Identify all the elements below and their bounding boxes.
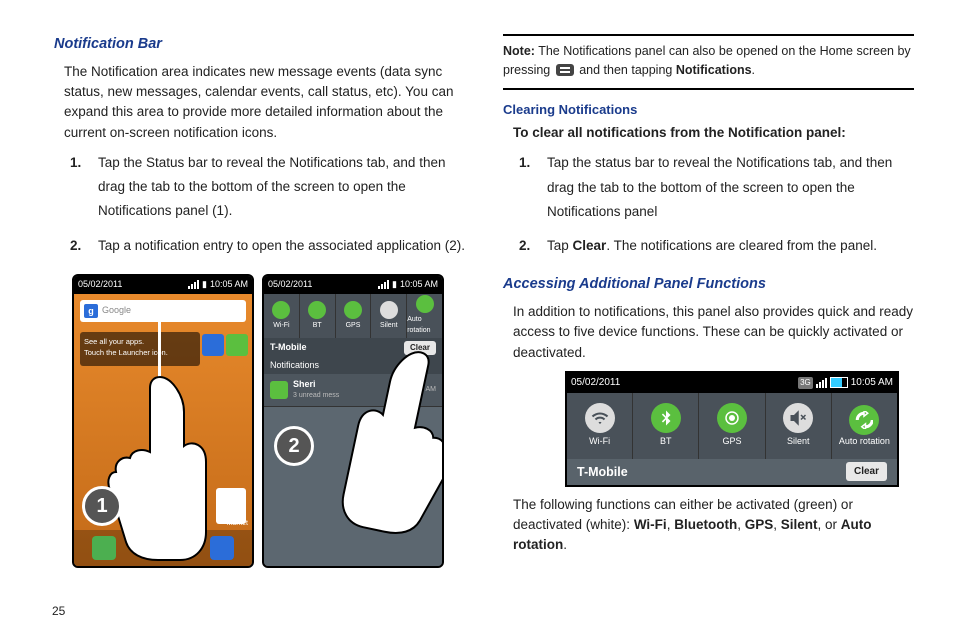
status-icons: ▮ 10:05 AM	[378, 278, 438, 292]
toggle-gps: GPS	[336, 294, 372, 338]
phone-home: 05/02/2011 ▮ 10:05 AM g Google See all y…	[72, 274, 254, 568]
note-box: Note: The Notifications panel can also b…	[503, 34, 914, 90]
market-label: Market	[227, 519, 248, 530]
heading-panel-functions: Accessing Additional Panel Functions	[503, 274, 914, 296]
step-number: 1.	[519, 151, 530, 175]
drag-arrow	[158, 312, 161, 442]
step-number: 2.	[519, 234, 530, 258]
app-icon	[202, 334, 224, 356]
status-date: 05/02/2011	[78, 278, 122, 292]
step-pre: Tap	[547, 238, 573, 253]
step-text: Tap a notification entry to open the ass…	[98, 238, 465, 253]
left-column: Notification Bar The Notification area i…	[54, 34, 477, 624]
carrier-name: T-Mobile	[577, 463, 628, 482]
clear-button: Clear	[846, 462, 887, 481]
signal-icon	[188, 280, 199, 289]
notification-item: Sheri 3 unread mess 9:27 AM	[264, 374, 442, 407]
status-date: 05/02/2011	[571, 375, 620, 390]
toggle-wifi: Wi-Fi	[264, 294, 300, 338]
clear-button: Clear	[404, 341, 436, 355]
status-time: 10:05 AM	[210, 278, 248, 292]
toggle-gps: GPS	[699, 393, 765, 459]
status-bar: 05/02/2011 ▮ 10:05 AM	[74, 276, 252, 294]
carrier-row: T-Mobile Clear	[264, 338, 442, 358]
signal-icon	[816, 378, 827, 388]
phone-screenshots: 05/02/2011 ▮ 10:05 AM g Google See all y…	[72, 274, 465, 568]
apps-icon	[210, 536, 234, 560]
wifi-icon	[585, 403, 615, 433]
note-bold: Notifications	[676, 63, 752, 77]
phone-icon	[92, 536, 116, 560]
status-bar: 05/02/2011 ▮ 10:05 AM	[264, 276, 442, 294]
status-time: 10:05 AM	[851, 375, 893, 390]
threeg-icon: 3G	[798, 377, 813, 389]
panelfn-intro: In addition to notifications, this panel…	[513, 302, 914, 363]
battery-icon	[830, 377, 848, 388]
status-bar: 05/02/2011 3G 10:05 AM	[567, 373, 897, 393]
status-date: 05/02/2011	[268, 278, 312, 292]
step-text: Tap the status bar to reveal the Notific…	[547, 155, 892, 219]
gps-icon	[717, 403, 747, 433]
toggle-bt: BT	[300, 294, 336, 338]
toggle-silent: Silent	[371, 294, 407, 338]
carrier-row: T-Mobile Clear	[567, 459, 897, 485]
toggle-wifi: Wi-Fi	[567, 393, 633, 459]
heading-clearing: Clearing Notifications	[503, 100, 914, 120]
toggle-silent: Silent	[766, 393, 832, 459]
clearing-steps: 1. Tap the status bar to reveal the Noti…	[519, 151, 914, 268]
quick-toggles: Wi-Fi BT GPS Silent Auto rotation	[264, 294, 442, 338]
search-placeholder: Google	[102, 304, 131, 318]
step-number: 2.	[70, 234, 81, 258]
big-panel-screenshot: 05/02/2011 3G 10:05 AM Wi-Fi BT GPS Sile…	[565, 371, 899, 487]
toggle-rotation: Auto rotation	[832, 393, 897, 459]
following-text: The following functions can either be ac…	[513, 495, 914, 556]
step-number: 1.	[70, 151, 81, 175]
menu-icon	[556, 64, 574, 76]
noti-time: 9:27 AM	[410, 385, 436, 396]
contacts-icon	[151, 536, 175, 560]
page-number: 25	[52, 602, 65, 620]
battery-icon: ▮	[392, 278, 397, 292]
battery-icon: ▮	[202, 278, 207, 292]
note-label: Note:	[503, 44, 535, 58]
steps-list: 1. Tap the Status bar to reveal the Noti…	[70, 151, 465, 268]
clear-step-1: 1. Tap the status bar to reveal the Noti…	[519, 151, 914, 234]
step-1: 1. Tap the Status bar to reveal the Noti…	[70, 151, 465, 234]
callout-1: 1	[82, 486, 122, 526]
noti-title: Sheri	[293, 378, 405, 392]
step-text: Tap the Status bar to reveal the Notific…	[98, 155, 445, 219]
note-text-b: and then tapping	[579, 63, 672, 77]
home-body: g Google See all your apps. Touch the La…	[74, 294, 252, 566]
noti-sub: 3 unread mess	[293, 391, 405, 402]
manual-page: Notification Bar The Notification area i…	[0, 0, 954, 636]
google-icon: g	[84, 304, 98, 318]
app-icon	[226, 334, 248, 356]
notifications-header: Notifications	[264, 358, 442, 374]
right-column: Note: The Notifications panel can also b…	[477, 34, 914, 624]
toggle-rotation: Auto rotation	[407, 294, 442, 338]
step-2: 2. Tap a notification entry to open the …	[70, 234, 465, 268]
carrier-name: T-Mobile	[270, 341, 307, 355]
clearing-lead: To clear all notifications from the Noti…	[513, 123, 914, 143]
dock	[74, 530, 252, 566]
step-post: . The notifications are cleared from the…	[606, 238, 877, 253]
status-time: 10:05 AM	[400, 278, 438, 292]
rotation-icon	[849, 405, 879, 435]
intro-text: The Notification area indicates new mess…	[64, 62, 465, 143]
status-icons: 3G 10:05 AM	[798, 375, 893, 390]
quick-toggles: Wi-Fi BT GPS Silent Auto rotation	[567, 393, 897, 459]
signal-icon	[378, 280, 389, 289]
phone-panel: 05/02/2011 ▮ 10:05 AM Wi-Fi BT GPS Silen…	[262, 274, 444, 568]
clear-step-2: 2. Tap Clear. The notifications are clea…	[519, 234, 914, 268]
silent-icon	[783, 403, 813, 433]
callout-2: 2	[274, 426, 314, 466]
step-bold: Clear	[573, 238, 607, 253]
message-icon	[270, 381, 288, 399]
heading-notification-bar: Notification Bar	[54, 34, 465, 56]
panel-body: Wi-Fi BT GPS Silent Auto rotation T-Mobi…	[264, 294, 442, 566]
status-icons: ▮ 10:05 AM	[188, 278, 248, 292]
bluetooth-icon	[651, 403, 681, 433]
tips-widget: See all your apps. Touch the Launcher ic…	[80, 332, 200, 366]
toggle-bt: BT	[633, 393, 699, 459]
